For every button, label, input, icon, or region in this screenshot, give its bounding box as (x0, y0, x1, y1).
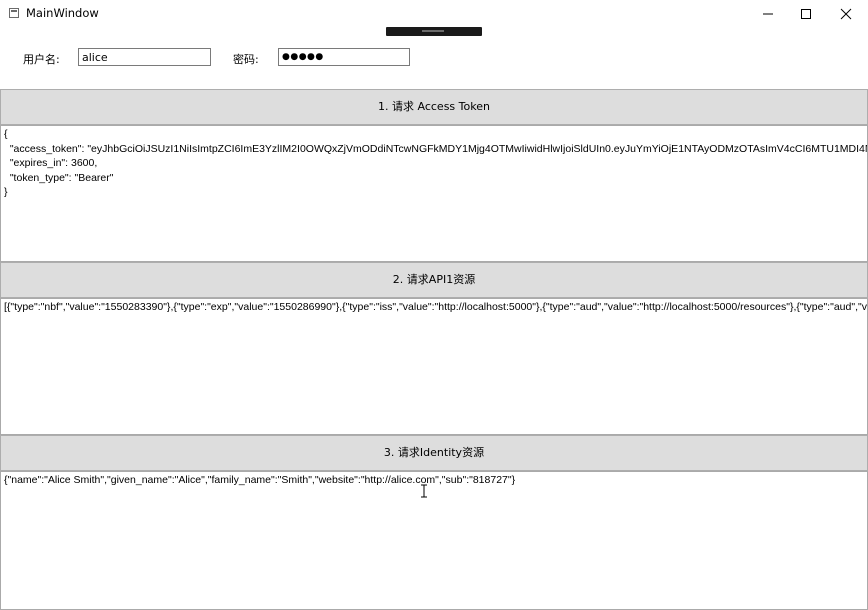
window-app-icon (9, 8, 19, 18)
text-cursor-icon (421, 484, 427, 498)
request-access-token-button[interactable]: 1. 请求 Access Token (0, 89, 868, 125)
minimize-icon (763, 13, 773, 15)
maximize-icon (801, 9, 811, 19)
title-bar: MainWindow (0, 0, 868, 28)
username-input[interactable] (78, 48, 211, 66)
api1-output[interactable]: [{"type":"nbf","value":"1550283390"},{"t… (0, 298, 868, 435)
request-identity-button[interactable]: 3. 请求Identity资源 (0, 435, 868, 471)
window-title: MainWindow (26, 6, 99, 20)
access-token-output[interactable]: { "access_token": "eyJhbGciOiJSUzI1NiIsI… (0, 125, 868, 262)
close-button[interactable] (824, 0, 868, 28)
username-label: 用户名: (23, 53, 60, 66)
password-input[interactable]: ●●●●● (278, 48, 410, 66)
password-label: 密码: (233, 53, 259, 66)
identity-output[interactable]: {"name":"Alice Smith","given_name":"Alic… (0, 471, 868, 610)
maximize-button[interactable] (784, 0, 828, 28)
close-icon (840, 8, 852, 20)
debug-toolbar-handle[interactable] (386, 27, 482, 36)
request-api1-button[interactable]: 2. 请求API1资源 (0, 262, 868, 298)
